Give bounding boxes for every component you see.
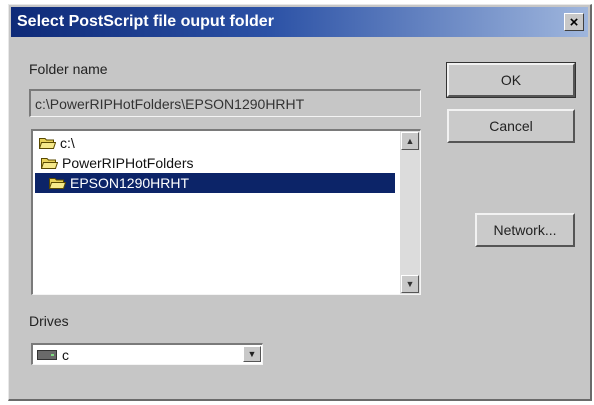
chevron-down-icon: ▼ [247,349,257,359]
list-item-epson[interactable]: EPSON1290HRHT [35,173,395,193]
folder-listbox[interactable]: c:\ PowerRIPHotFolders EPSON1290HRHT ▲ ▼ [31,129,421,295]
hard-drive-icon [37,349,57,360]
vertical-scrollbar[interactable]: ▲ ▼ [400,131,420,294]
scroll-down-button[interactable]: ▼ [401,275,419,293]
arrow-down-icon: ▼ [405,279,415,289]
drives-dropdown-button[interactable]: ▼ [243,346,261,362]
close-button[interactable]: × [564,13,584,31]
select-folder-dialog: Select PostScript file ouput folder × Fo… [8,4,592,401]
network-button[interactable]: Network... [475,213,575,247]
list-item-powerrip[interactable]: PowerRIPHotFolders [35,153,194,173]
list-item-label: EPSON1290HRHT [70,175,190,191]
arrow-up-icon: ▲ [405,136,415,146]
title-bar[interactable]: Select PostScript file ouput folder × [11,7,588,37]
list-item-label: c:\ [60,135,75,151]
drives-label: Drives [29,313,69,329]
cancel-button[interactable]: Cancel [447,109,575,143]
drives-select[interactable]: c ▼ [31,343,263,365]
list-item-root[interactable]: c:\ [35,133,75,153]
open-folder-icon [41,158,58,169]
folder-name-value: c:\PowerRIPHotFolders\EPSON1290HRHT [35,95,305,112]
dialog-title: Select PostScript file ouput folder [17,13,274,30]
open-folder-icon [49,178,66,189]
folder-name-label: Folder name [29,61,108,77]
folder-name-field[interactable]: c:\PowerRIPHotFolders\EPSON1290HRHT [29,89,421,117]
open-folder-icon [39,138,56,149]
drives-value: c [62,346,69,363]
list-item-label: PowerRIPHotFolders [62,155,194,171]
close-icon: × [569,13,579,31]
scroll-up-button[interactable]: ▲ [401,132,419,150]
ok-button[interactable]: OK [446,62,576,98]
